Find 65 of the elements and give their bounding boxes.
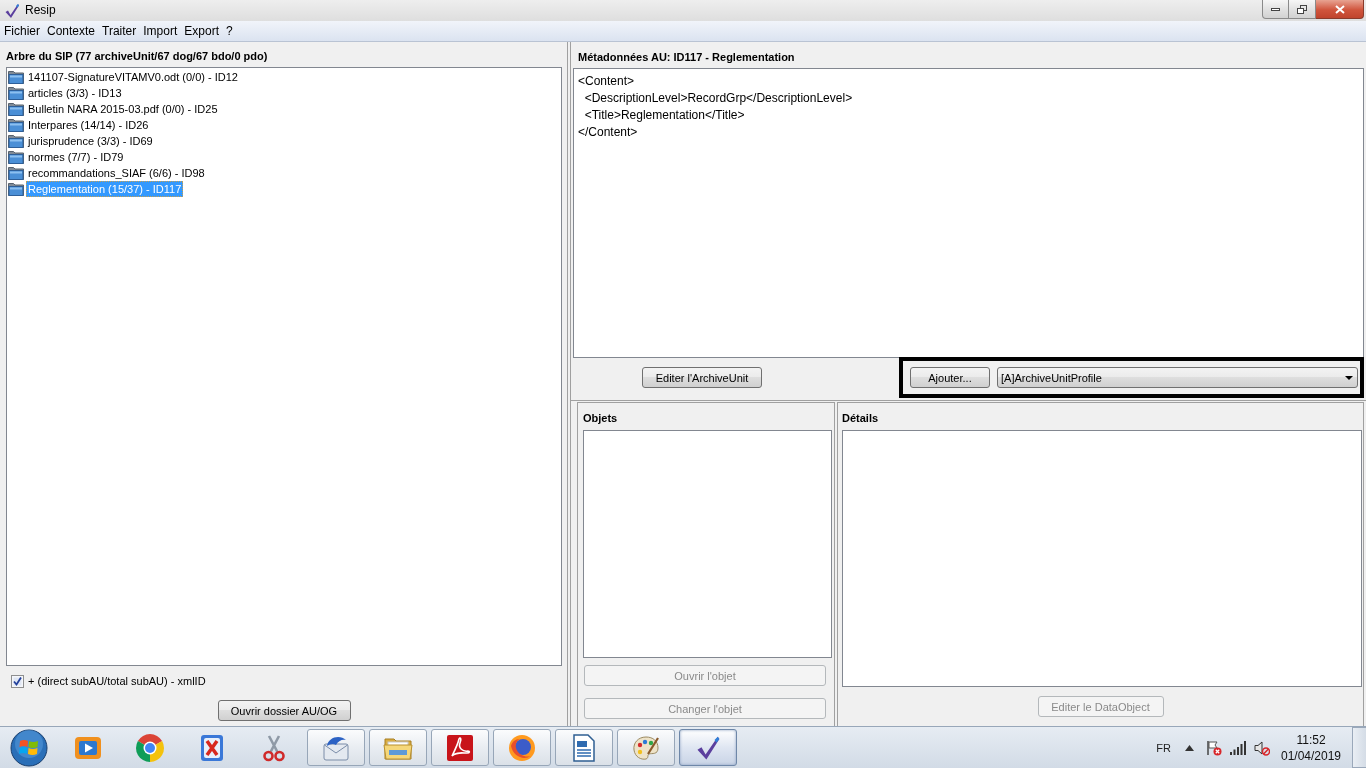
folder-icon [8, 134, 24, 148]
close-icon [1334, 4, 1345, 14]
folder-icon [8, 150, 24, 164]
edit-archive-unit-button[interactable]: Editer l'ArchiveUnit [642, 367, 762, 388]
panel-title: Détails [841, 411, 880, 426]
folder-icon [8, 166, 24, 180]
close-button[interactable] [1316, 0, 1364, 19]
tree-item[interactable]: Interpares (14/14) - ID26 [26, 117, 151, 133]
tree-item[interactable]: jurisprudence (3/3) - ID69 [26, 133, 155, 149]
folder-icon [8, 70, 24, 84]
panel-title: Métadonnées AU: ID117 - Reglementation [577, 49, 796, 65]
minimize-icon [1271, 7, 1280, 11]
globe-icon [508, 733, 536, 762]
open-folder-button[interactable]: Ouvrir dossier AU/OG [217, 700, 351, 721]
taskbar-button[interactable] [679, 729, 737, 766]
taskbar-button[interactable] [555, 729, 613, 766]
checkbox[interactable] [11, 674, 24, 688]
muted-speaker-icon [1254, 739, 1270, 756]
taskbar-button[interactable] [617, 729, 675, 766]
menu-item[interactable]: ? [222, 22, 236, 40]
folder-icon [8, 182, 24, 196]
tree-item[interactable]: 141107-SignatureVITAMV0.odt (0/0) - ID12 [26, 69, 240, 85]
menu-item[interactable]: Export [180, 22, 222, 40]
document-icon [572, 733, 596, 762]
chevron-up-icon [1185, 744, 1194, 751]
menu-item[interactable]: Traiter [98, 22, 140, 40]
clock-time: 11:52 [1296, 731, 1326, 748]
caret-icon [1345, 375, 1353, 380]
clock-date: 01/04/2019 [1280, 747, 1342, 764]
tick-icon [4, 3, 20, 19]
restore-button[interactable] [1289, 0, 1316, 19]
language-indicator[interactable]: FR [1156, 741, 1171, 754]
add-button[interactable]: Ajouter... [910, 367, 990, 388]
tree-item[interactable]: recommandations_SIAF (6/6) - ID98 [26, 165, 207, 181]
profile-select[interactable]: [A]ArchiveUnitProfile [997, 367, 1358, 388]
flag-icon [1206, 739, 1222, 756]
swirl-tile-icon [446, 733, 474, 762]
cross-tile-icon [200, 733, 224, 762]
start-button[interactable] [8, 727, 49, 768]
scissors-icon [261, 733, 287, 762]
option-label: + (direct subAU/total subAU) - xmlID [28, 675, 206, 687]
folder-icon [8, 102, 24, 116]
restore-icon [1297, 4, 1307, 14]
palette-icon [632, 733, 660, 762]
menu-item[interactable]: Contexte [43, 22, 99, 40]
menu-item[interactable]: Import [139, 22, 181, 40]
taskbar-button[interactable] [431, 729, 489, 766]
panel-title: Arbre du SIP (77 archiveUnit/67 dog/67 bdo/0 pdo) [6, 49, 269, 64]
tree-item[interactable]: normes (7/7) - ID79 [26, 149, 126, 165]
panel-title: Objets [582, 411, 619, 426]
menu-item[interactable]: Fichier [0, 22, 43, 40]
circle-logo-icon [136, 733, 164, 762]
sip-tree[interactable] [6, 67, 562, 666]
window-title: Resip [25, 2, 56, 19]
tree-item[interactable]: articles (3/3) - ID13 [26, 85, 124, 101]
taskbar-button[interactable] [307, 729, 365, 766]
folder-icon [8, 118, 24, 132]
folder-icon [8, 86, 24, 100]
windows-logo-icon [9, 728, 48, 767]
signal-icon [1230, 740, 1246, 755]
tree-item[interactable]: Bulletin NARA 2015-03.pdf (0/0) - ID25 [26, 101, 220, 117]
taskbar-button[interactable] [493, 729, 551, 766]
tick-icon [695, 734, 721, 761]
metadata-editor[interactable]: <Content> <DescriptionLevel>RecordGrp</DescriptionLevel> <Title>Reglementation</Title> </Content> [573, 68, 1364, 358]
minimize-button[interactable] [1262, 0, 1289, 19]
